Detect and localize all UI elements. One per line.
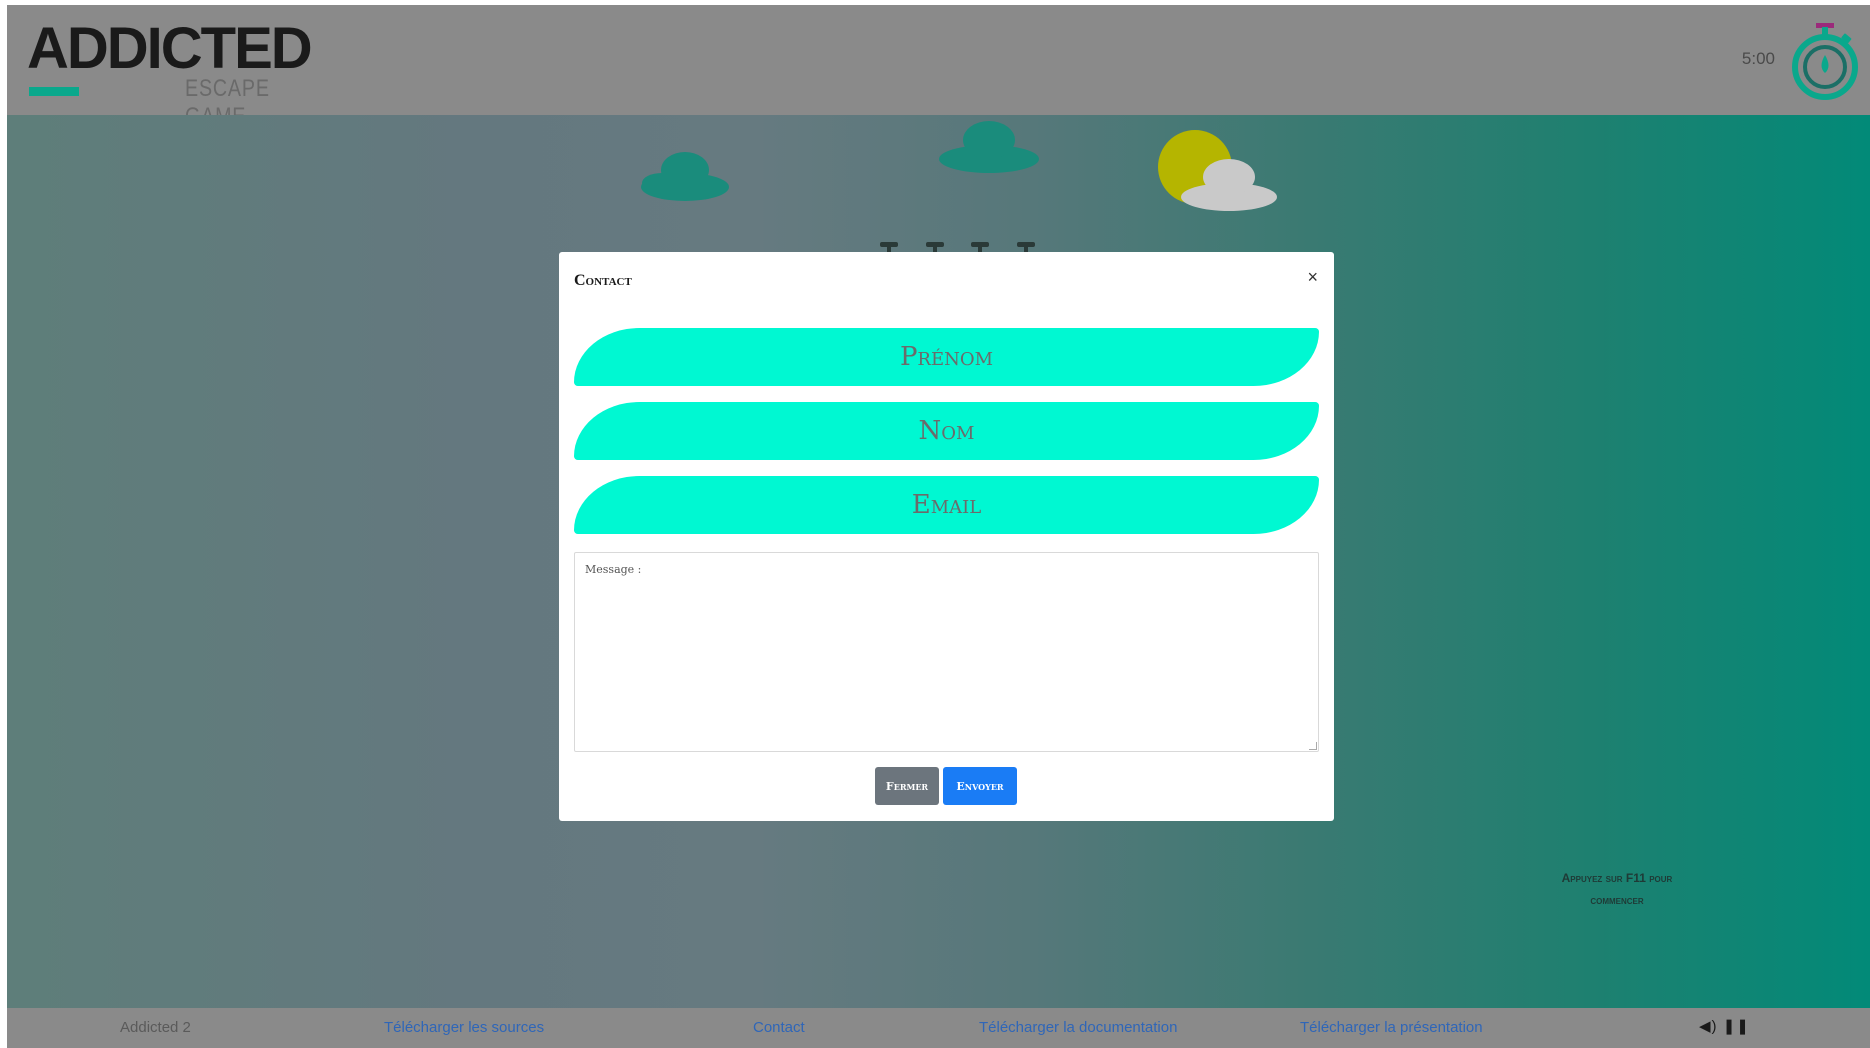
hint-line-1: Appuyez sur F11 pour — [1561, 871, 1673, 885]
stopwatch-icon — [1790, 21, 1860, 105]
last-name-field[interactable] — [574, 402, 1319, 460]
send-button[interactable]: Envoyer — [943, 767, 1017, 805]
download-sources-link[interactable]: Télécharger les sources — [384, 1019, 544, 1036]
close-button[interactable]: Fermer — [875, 767, 939, 805]
message-field[interactable] — [574, 552, 1319, 752]
hint-line-2: commencer — [1590, 893, 1644, 907]
contact-link[interactable]: Contact — [753, 1019, 805, 1036]
page: ADDICTED ESCAPE GAME 5:00 — [7, 5, 1870, 1048]
download-presentation-link[interactable]: Télécharger la présentation — [1300, 1019, 1483, 1036]
logo: ADDICTED ESCAPE GAME — [27, 16, 327, 131]
header: ADDICTED ESCAPE GAME 5:00 — [7, 5, 1870, 131]
email-field[interactable] — [574, 476, 1319, 534]
timer-display: 5:00 — [1741, 49, 1775, 68]
cloud-icon — [641, 152, 729, 201]
logo-title: ADDICTED — [27, 16, 313, 81]
footer: Addicted 2 Télécharger les sources Conta… — [7, 1008, 1870, 1048]
resize-grip-icon[interactable] — [1309, 742, 1317, 750]
footer-app-name: Addicted 2 — [120, 1019, 191, 1036]
first-name-field[interactable] — [574, 328, 1319, 386]
close-icon[interactable]: × — [1307, 265, 1318, 289]
sound-pause-control[interactable]: ◀) ❚❚ — [1699, 1017, 1750, 1035]
download-documentation-link[interactable]: Télécharger la documentation — [979, 1019, 1177, 1036]
logo-accent-bar — [29, 87, 79, 96]
contact-modal: Contact × Fermer Envoyer — [559, 252, 1334, 821]
cloud-icon — [939, 121, 1039, 173]
modal-title: Contact — [574, 272, 632, 289]
fullscreen-hint: Appuyez sur F11 pour commencer — [1527, 867, 1707, 911]
